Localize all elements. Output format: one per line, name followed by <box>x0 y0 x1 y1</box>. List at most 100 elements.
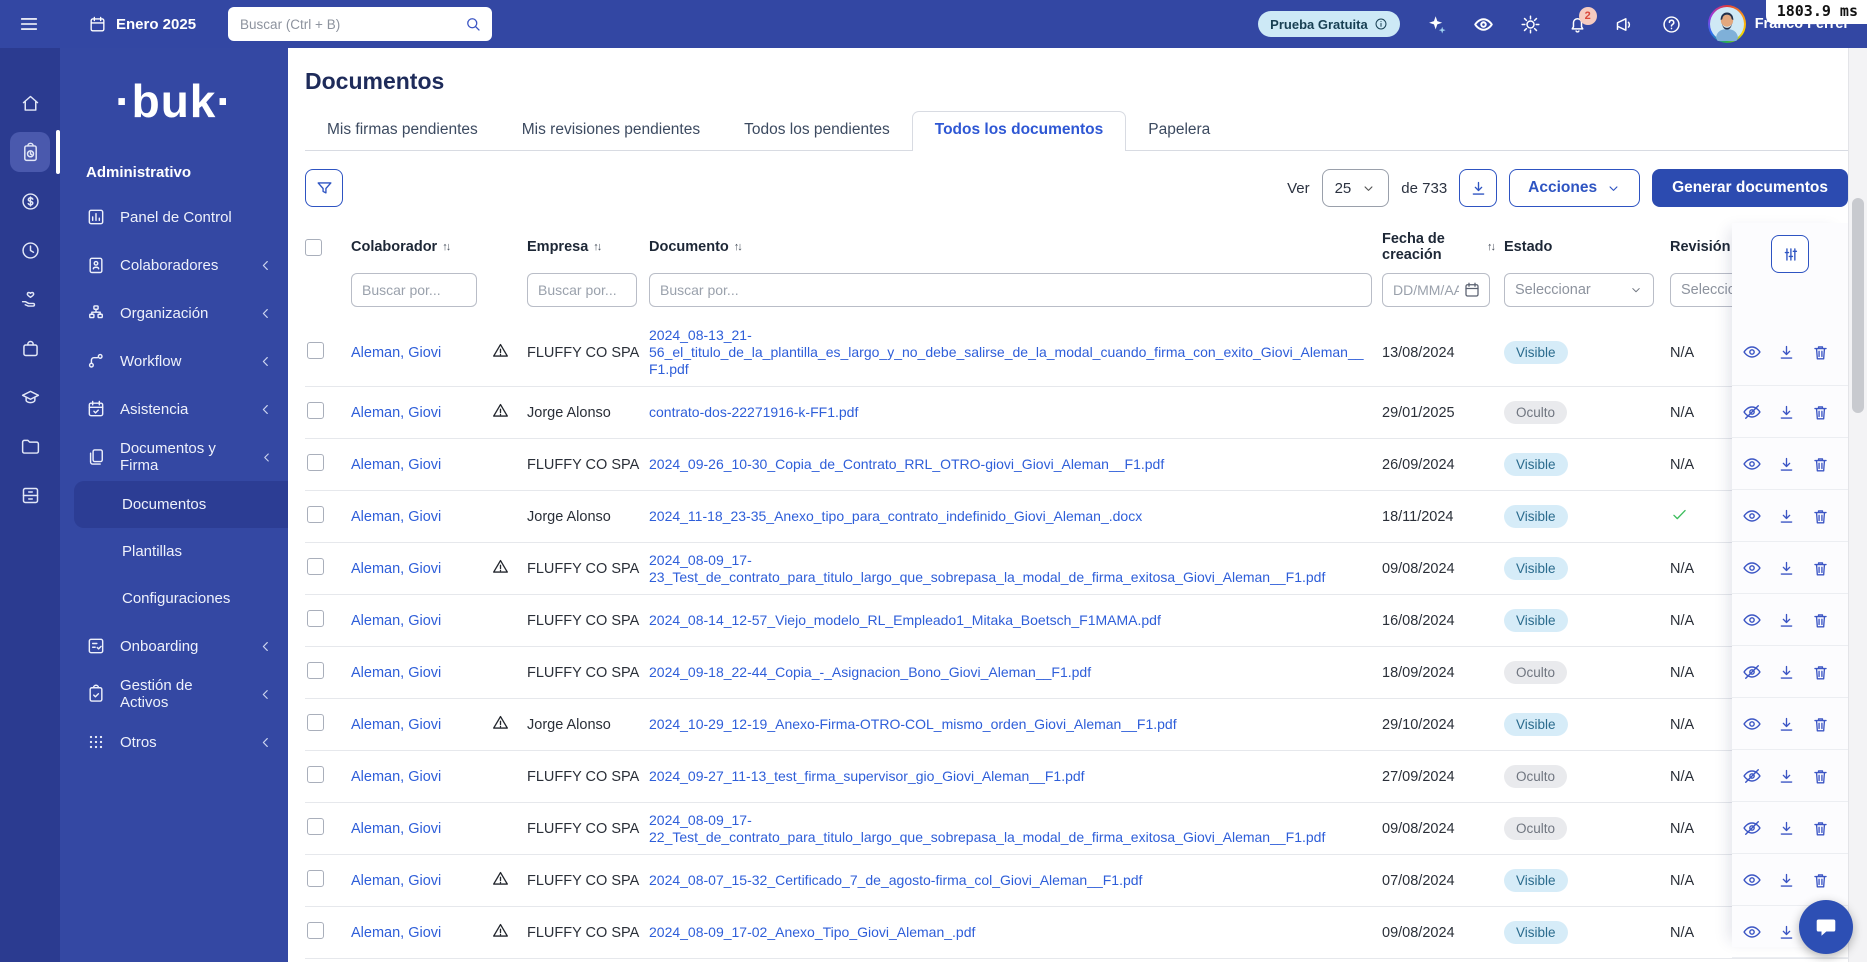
collaborator-link[interactable]: Aleman, Giovi <box>351 717 441 733</box>
document-link[interactable]: 2024_08-09_17-22_Test_de_contrato_para_t… <box>649 812 1325 845</box>
trash-icon[interactable] <box>1811 715 1830 734</box>
files-icon[interactable] <box>10 426 50 466</box>
trial-badge[interactable]: Prueba Gratuita <box>1258 11 1400 37</box>
notifications-bell-icon[interactable]: 2 <box>1567 6 1597 35</box>
eye-off-icon[interactable] <box>1742 662 1762 682</box>
row-checkbox[interactable] <box>307 714 324 731</box>
sidebar-item-onboarding[interactable]: Onboarding <box>60 622 288 670</box>
page-size-select[interactable]: 25 <box>1321 169 1390 207</box>
sort-icon[interactable]: ↑↓ <box>593 241 602 253</box>
filter-empresa-input[interactable] <box>527 273 637 307</box>
eye-icon[interactable] <box>1742 922 1762 942</box>
download-icon[interactable] <box>1777 767 1796 786</box>
download-icon[interactable] <box>1777 819 1796 838</box>
scrollbar-thumb[interactable] <box>1852 198 1864 413</box>
jobs-icon[interactable] <box>10 328 50 368</box>
eye-off-icon[interactable] <box>1742 766 1762 786</box>
trash-icon[interactable] <box>1811 403 1830 422</box>
sidebar-item-panel-de-control[interactable]: Panel de Control <box>60 193 288 241</box>
download-icon[interactable] <box>1777 559 1796 578</box>
tab-papelera[interactable]: Papelera <box>1126 112 1232 150</box>
trash-icon[interactable] <box>1811 611 1830 630</box>
download-icon[interactable] <box>1777 343 1796 362</box>
archive-icon[interactable] <box>10 475 50 515</box>
collaborator-link[interactable]: Aleman, Giovi <box>351 769 441 785</box>
collaborator-link[interactable]: Aleman, Giovi <box>351 665 441 681</box>
row-checkbox[interactable] <box>307 610 324 627</box>
ai-sparkle-icon[interactable] <box>1426 14 1447 35</box>
view-as-eye-icon[interactable] <box>1473 14 1494 35</box>
collaborator-link[interactable]: Aleman, Giovi <box>351 925 441 941</box>
sort-icon[interactable]: ↑↓ <box>442 241 451 253</box>
filter-button[interactable] <box>305 169 343 207</box>
chat-button[interactable] <box>1799 900 1853 954</box>
row-checkbox[interactable] <box>307 558 324 575</box>
eye-icon[interactable] <box>1742 342 1762 362</box>
row-checkbox[interactable] <box>307 402 324 419</box>
sort-icon[interactable]: ↑↓ <box>1487 241 1496 253</box>
sidebar-item-organizaci-n[interactable]: Organización <box>60 289 288 337</box>
trash-icon[interactable] <box>1811 871 1830 890</box>
download-icon[interactable] <box>1777 455 1796 474</box>
sidebar-item-documentos-y-firma[interactable]: Documentos y Firma <box>60 433 288 481</box>
sidebar-item-configuraciones[interactable]: Configuraciones <box>60 575 288 622</box>
sidebar-item-gesti-n-de-activos[interactable]: Gestión de Activos <box>60 670 288 718</box>
settings-gear-icon[interactable] <box>1520 14 1541 35</box>
tab-mis-firmas-pendientes[interactable]: Mis firmas pendientes <box>305 112 500 150</box>
hamburger-menu-icon[interactable] <box>18 13 40 35</box>
document-link[interactable]: 2024_08-09_17-23_Test_de_contrato_para_t… <box>649 552 1325 585</box>
column-header-empresa[interactable]: Empresa ↑↓ <box>527 239 649 255</box>
collaborator-link[interactable]: Aleman, Giovi <box>351 345 441 361</box>
eye-icon[interactable] <box>1742 870 1762 890</box>
row-checkbox[interactable] <box>307 454 324 471</box>
collaborator-link[interactable]: Aleman, Giovi <box>351 613 441 629</box>
download-icon[interactable] <box>1777 663 1796 682</box>
trash-icon[interactable] <box>1811 663 1830 682</box>
sidebar-item-colaboradores[interactable]: Colaboradores <box>60 241 288 289</box>
tab-todos-los-pendientes[interactable]: Todos los pendientes <box>722 112 912 150</box>
column-header-documento[interactable]: Documento ↑↓ <box>649 239 1382 255</box>
calendar-icon[interactable] <box>1463 281 1481 299</box>
row-checkbox[interactable] <box>307 870 324 887</box>
row-checkbox[interactable] <box>307 662 324 679</box>
period-selector[interactable]: Enero 2025 <box>88 15 196 34</box>
acciones-button[interactable]: Acciones <box>1509 169 1641 207</box>
tab-mis-revisiones-pendientes[interactable]: Mis revisiones pendientes <box>500 112 722 150</box>
document-link[interactable]: 2024_08-13_21-56_el_titulo_de_la_plantil… <box>649 327 1364 377</box>
eye-icon[interactable] <box>1742 610 1762 630</box>
eye-icon[interactable] <box>1742 454 1762 474</box>
announcements-megaphone-icon[interactable] <box>1614 14 1635 35</box>
eye-icon[interactable] <box>1742 558 1762 578</box>
select-all-checkbox[interactable] <box>305 238 322 256</box>
column-header-fecha[interactable]: Fecha de creación ↑↓ <box>1382 231 1502 263</box>
row-checkbox[interactable] <box>307 818 324 835</box>
collaborator-link[interactable]: Aleman, Giovi <box>351 509 441 525</box>
vertical-scrollbar[interactable] <box>1848 48 1867 962</box>
column-header-colaborador[interactable]: Colaborador ↑↓ <box>351 239 491 255</box>
eye-off-icon[interactable] <box>1742 818 1762 838</box>
document-link[interactable]: 2024_09-18_22-44_Copia_-_Asignacion_Bono… <box>649 664 1091 680</box>
eye-icon[interactable] <box>1742 714 1762 734</box>
document-link[interactable]: 2024_11-18_23-35_Anexo_tipo_para_contrat… <box>649 508 1142 524</box>
document-link[interactable]: 2024_08-07_15-32_Certificado_7_de_agosto… <box>649 872 1142 888</box>
document-link[interactable]: 2024_08-14_12-57_Viejo_modelo_RL_Emplead… <box>649 612 1161 628</box>
eye-icon[interactable] <box>1742 506 1762 526</box>
trash-icon[interactable] <box>1811 767 1830 786</box>
help-icon[interactable] <box>1661 14 1682 35</box>
row-checkbox[interactable] <box>307 922 324 939</box>
search-icon[interactable] <box>464 15 482 33</box>
tab-todos-los-documentos[interactable]: Todos los documentos <box>911 111 1127 151</box>
trash-icon[interactable] <box>1811 819 1830 838</box>
filter-documento-input[interactable] <box>649 273 1372 307</box>
trash-icon[interactable] <box>1811 455 1830 474</box>
download-icon[interactable] <box>1777 611 1796 630</box>
collaborator-link[interactable]: Aleman, Giovi <box>351 457 441 473</box>
avatar[interactable] <box>1707 5 1746 43</box>
trash-icon[interactable] <box>1811 343 1830 362</box>
collaborator-link[interactable]: Aleman, Giovi <box>351 561 441 577</box>
download-icon[interactable] <box>1777 403 1796 422</box>
document-link[interactable]: 2024_08-09_17-02_Anexo_Tipo_Giovi_Aleman… <box>649 924 975 940</box>
download-icon[interactable] <box>1777 923 1796 942</box>
sidebar-item-otros[interactable]: Otros <box>60 718 288 766</box>
sidebar-item-workflow[interactable]: Workflow <box>60 337 288 385</box>
